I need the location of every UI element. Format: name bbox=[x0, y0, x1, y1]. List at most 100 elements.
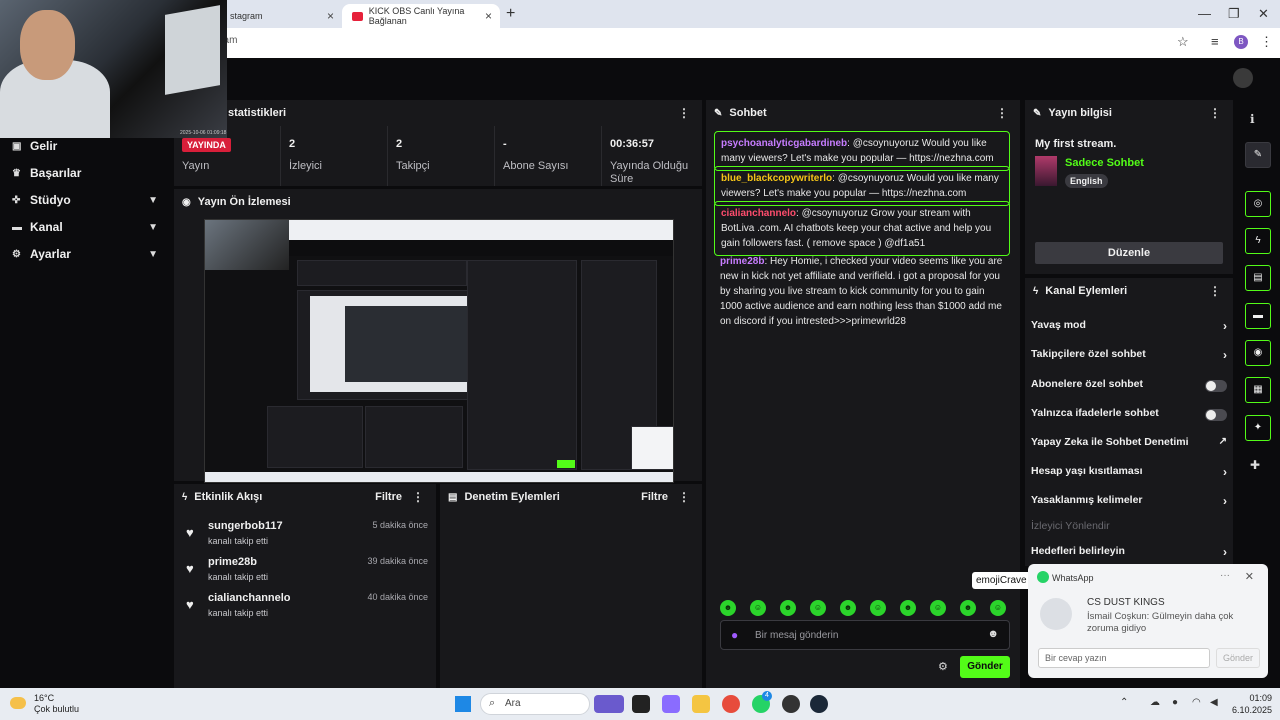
preview-panel: ◉ Yayın Ön İzlemesi bbox=[174, 189, 702, 483]
event-user[interactable]: cialianchannelo bbox=[208, 592, 291, 604]
action-slow-mode[interactable]: Yavaş mod › bbox=[1031, 319, 1227, 339]
sidebar-item-ayarlar[interactable]: ⚙ Ayarlar ▼ bbox=[12, 244, 162, 264]
channel-actions-title: Kanal Eylemleri bbox=[1045, 285, 1128, 297]
minimize-icon[interactable]: — bbox=[1198, 6, 1211, 21]
new-tab-icon[interactable]: + bbox=[506, 5, 515, 23]
filter-button[interactable]: Filtre bbox=[641, 491, 668, 503]
stream-preview-video[interactable] bbox=[204, 219, 674, 483]
reply-send-button[interactable]: Gönder bbox=[1216, 648, 1260, 668]
close-window-icon[interactable]: ✕ bbox=[1258, 6, 1269, 22]
volume-icon[interactable]: ◀ bbox=[1210, 697, 1218, 708]
wrench-icon[interactable]: ✦ bbox=[1245, 415, 1271, 441]
chat-username[interactable]: cialianchannelo bbox=[721, 208, 796, 219]
chrome-icon[interactable] bbox=[722, 695, 740, 713]
system-clock[interactable]: 01:09 6.10.2025 bbox=[1232, 692, 1272, 716]
chevron-down-icon: ▼ bbox=[148, 194, 158, 206]
chat-username[interactable]: prime28b bbox=[720, 256, 764, 267]
microphone-tray-icon[interactable]: ● bbox=[1172, 697, 1178, 708]
cloud-icon[interactable]: ☁ bbox=[1150, 697, 1160, 708]
microphone-icon[interactable]: ● bbox=[731, 628, 738, 642]
obs-icon[interactable] bbox=[782, 695, 800, 713]
sidebar-item-studyo[interactable]: ✜ Stüdyo ▼ bbox=[12, 190, 162, 210]
bookmark-star-icon[interactable]: ☆ bbox=[1177, 34, 1189, 50]
target-icon[interactable]: ◎ bbox=[1245, 191, 1271, 217]
sidebar-item-label: Stüdyo bbox=[30, 193, 71, 207]
chat-panel: ✎ Sohbet ⋮ psychoanalyticgabardineb: @cs… bbox=[706, 100, 1031, 688]
taskview-icon[interactable] bbox=[632, 695, 650, 713]
action-banned-words[interactable]: Yasaklanmış kelimeler › bbox=[1031, 494, 1227, 514]
sidebar-item-kanal[interactable]: ▬ Kanal ▼ bbox=[12, 217, 162, 237]
chat-bubble-icon[interactable]: ▬ bbox=[1245, 303, 1271, 329]
chat-username[interactable]: blue_blackcopywriterlo bbox=[721, 173, 832, 184]
emote-icon[interactable]: ☺ bbox=[870, 600, 886, 616]
close-tab-icon[interactable]: × bbox=[327, 9, 334, 23]
chat-settings-icon[interactable]: ⚙ bbox=[938, 660, 948, 673]
event-user[interactable]: prime28b bbox=[208, 556, 257, 568]
emoji-picker-icon[interactable]: ☻ bbox=[987, 628, 999, 640]
maximize-icon[interactable]: ❐ bbox=[1228, 6, 1240, 22]
chat-username[interactable]: psychoanalyticgabardineb bbox=[721, 138, 847, 149]
chevron-up-icon[interactable]: ⌃ bbox=[1120, 697, 1128, 708]
sidebar-item-basarilar[interactable]: ♛ Başarılar bbox=[12, 163, 162, 183]
add-widget-icon[interactable]: ✚ bbox=[1250, 458, 1260, 472]
heart-icon: ♥ bbox=[186, 561, 194, 576]
action-ai-moderation[interactable]: Yapay Zeka ile Sohbet Denetimi ↗ bbox=[1031, 436, 1227, 456]
game-app-icon[interactable] bbox=[594, 695, 624, 713]
dashboard-sidebar: ▣ Gelir ♛ Başarılar ✜ Stüdyo ▼ ▬ Kanal ▼… bbox=[0, 98, 170, 688]
profile-avatar[interactable]: B bbox=[1234, 35, 1248, 49]
windows-start-icon[interactable] bbox=[455, 696, 471, 712]
dollar-icon: ▣ bbox=[12, 140, 22, 152]
filter-button[interactable]: Filtre bbox=[375, 491, 402, 503]
browser-menu-icon[interactable]: ⋮ bbox=[1260, 34, 1273, 50]
action-account-age[interactable]: Hesap yaşı kısıtlaması › bbox=[1031, 465, 1227, 485]
more-options-icon[interactable]: ⋮ bbox=[1209, 106, 1221, 120]
emote-icon[interactable]: ☺ bbox=[750, 600, 766, 616]
emote-only-toggle[interactable] bbox=[1205, 409, 1227, 421]
more-options-icon[interactable]: ⋮ bbox=[996, 106, 1008, 120]
broadcast-icon[interactable]: ◉ bbox=[1245, 340, 1271, 366]
emote-icon[interactable]: ☻ bbox=[900, 600, 916, 616]
webcam-overlay: 2025-10-06 01:09:18 bbox=[0, 0, 227, 138]
tab-kick-obs[interactable]: KICK OBS Canlı Yayına Bağlanan × bbox=[342, 4, 500, 28]
document-icon[interactable]: ▤ bbox=[1245, 265, 1271, 291]
emote-icon[interactable]: ☺ bbox=[990, 600, 1006, 616]
emote-icon[interactable]: ☻ bbox=[720, 600, 736, 616]
info-icon[interactable]: ℹ bbox=[1250, 112, 1255, 126]
more-options-icon[interactable]: ··· bbox=[1220, 570, 1230, 581]
layout-icon[interactable]: ▦ bbox=[1245, 377, 1271, 403]
close-tab-icon[interactable]: × bbox=[485, 9, 492, 23]
stream-category[interactable]: Sadece Sohbet bbox=[1065, 157, 1144, 169]
emote-icon[interactable]: ☻ bbox=[780, 600, 796, 616]
whatsapp-notification[interactable]: WhatsApp ··· ✕ CS DUST KINGS İsmail Coşk… bbox=[1028, 564, 1268, 678]
send-button[interactable]: Gönder bbox=[960, 656, 1010, 678]
event-user[interactable]: sungerbob117 bbox=[208, 520, 283, 532]
subscribers-only-toggle[interactable] bbox=[1205, 380, 1227, 392]
action-goals[interactable]: Hedefleri belirleyin › bbox=[1031, 545, 1227, 565]
chat-input[interactable]: ● Bir mesaj gönderin ☻ bbox=[720, 620, 1010, 650]
wifi-icon[interactable]: ◠ bbox=[1192, 697, 1201, 708]
edit-icon[interactable]: ✎ bbox=[1245, 142, 1271, 168]
emote-icon[interactable]: ☺ bbox=[810, 600, 826, 616]
more-options-icon[interactable]: ⋮ bbox=[412, 490, 424, 504]
sidebar-item-gelir[interactable]: ▣ Gelir bbox=[12, 136, 162, 156]
emote-icon[interactable]: ☻ bbox=[960, 600, 976, 616]
more-options-icon[interactable]: ⋮ bbox=[678, 490, 690, 504]
emote-icon[interactable]: ☺ bbox=[930, 600, 946, 616]
tab-instagram[interactable]: stagram × bbox=[220, 4, 342, 28]
emote-icon[interactable]: ☻ bbox=[840, 600, 856, 616]
more-options-icon[interactable]: ⋮ bbox=[678, 106, 690, 120]
copilot-icon[interactable] bbox=[662, 695, 680, 713]
more-options-icon[interactable]: ⋮ bbox=[1209, 284, 1221, 298]
edit-button[interactable]: Düzenle bbox=[1035, 242, 1223, 264]
file-explorer-icon[interactable] bbox=[692, 695, 710, 713]
media-controls-icon[interactable]: ≡ bbox=[1211, 34, 1219, 49]
user-avatar[interactable] bbox=[1233, 68, 1253, 88]
steam-icon[interactable] bbox=[810, 695, 828, 713]
lightning-icon[interactable]: ϟ bbox=[1245, 228, 1271, 254]
chevron-right-icon: › bbox=[1223, 465, 1227, 479]
action-followers-only[interactable]: Takipçilere özel sohbet › bbox=[1031, 348, 1227, 368]
close-icon[interactable]: ✕ bbox=[1245, 570, 1254, 583]
chat-header: ✎ Sohbet ⋮ bbox=[706, 100, 1020, 126]
reply-input[interactable]: Bir cevap yazın bbox=[1038, 648, 1210, 668]
taskbar-search[interactable]: ⌕ Ara bbox=[480, 693, 590, 715]
